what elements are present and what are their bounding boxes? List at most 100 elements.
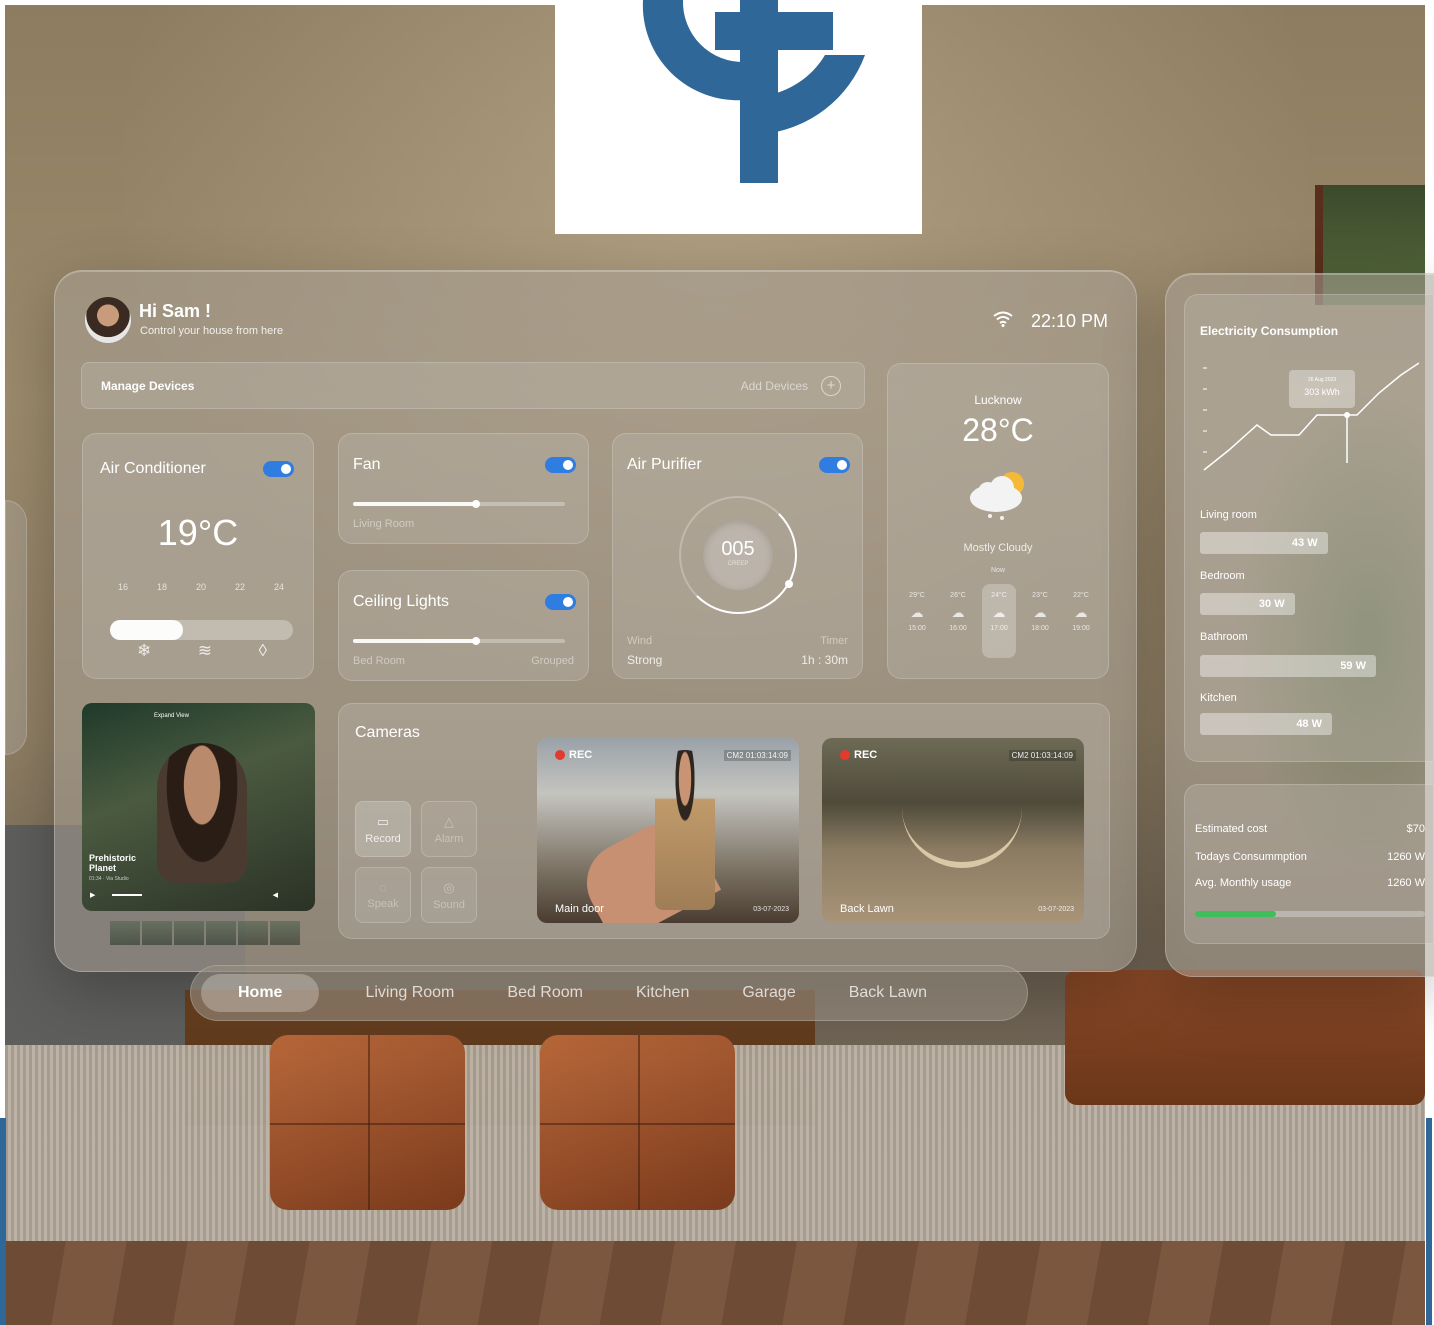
sound-icon: ◎ [443, 880, 455, 895]
forecast-time: 16:00 [949, 625, 967, 632]
leather-pouf [270, 1035, 465, 1210]
speak-label: Speak [367, 898, 399, 910]
tab-garage[interactable]: Garage [742, 984, 795, 1002]
air-conditioner-card: Air Conditioner 19°C 16 18 20 22 24 ❄ ≋ … [82, 433, 314, 679]
forecast-hour[interactable]: 26°C ☁ 16:00 [941, 584, 975, 658]
tab-home[interactable]: Home [201, 974, 320, 1012]
record-button[interactable]: ▭ Record [355, 801, 411, 857]
tab-bed-room[interactable]: Bed Room [507, 984, 583, 1002]
tab-back-lawn[interactable]: Back Lawn [849, 984, 927, 1002]
room-label: Kitchen [1200, 692, 1237, 704]
add-devices-button[interactable]: Add Devices [741, 379, 808, 393]
tab-kitchen[interactable]: Kitchen [636, 984, 689, 1002]
forecast-temp: 26°C [950, 592, 966, 599]
forecast-temp: 29°C [909, 592, 925, 599]
forecast-hour[interactable]: 23°C ☁ 18:00 [1023, 584, 1057, 658]
ac-scale-tick: 16 [118, 582, 129, 592]
thumbnail[interactable] [110, 921, 140, 945]
fan-title: Fan [353, 456, 381, 473]
electricity-title: Electricity Consumption [1200, 324, 1339, 338]
cost-label: Estimated cost [1195, 823, 1268, 835]
forecast-temp: 24°C [991, 592, 1007, 599]
cost-value: $70 [1406, 823, 1425, 835]
media-player[interactable]: Expand View Prehistoric Planet 01:34 · V… [82, 703, 315, 911]
camera-name: Back Lawn [840, 903, 894, 915]
expand-view-button[interactable]: Expand View [154, 713, 189, 719]
ceiling-lights-card: Ceiling Lights Bed Room Grouped [338, 570, 589, 681]
avatar[interactable] [85, 297, 131, 343]
purifier-value: 005 [721, 538, 755, 560]
purifier-dial[interactable]: 005 CREEP [679, 496, 797, 614]
manage-devices-bar: Manage Devices Add Devices + [81, 362, 865, 409]
weather-condition: Mostly Cloudy [963, 542, 1033, 554]
cloud-icon: ☁ [1074, 605, 1088, 620]
speak-button[interactable]: ◌ Speak [355, 867, 411, 923]
chart-point[interactable] [1344, 412, 1350, 418]
media-progress[interactable] [112, 894, 142, 896]
thumbnail[interactable] [238, 921, 268, 945]
rec-dot-icon [555, 750, 565, 760]
air-purifier-card: Air Purifier 005 CREEP Wind Strong Timer… [612, 433, 863, 679]
lights-room: Bed Room [353, 655, 405, 667]
thumbnail[interactable] [270, 921, 300, 945]
thumbnail[interactable] [142, 921, 172, 945]
forecast-hour[interactable]: 29°C ☁ 15:00 [900, 584, 934, 658]
cameras-title: Cameras [355, 724, 420, 741]
rec-indicator: REC [840, 749, 877, 761]
sound-button[interactable]: ◎ Sound [421, 867, 477, 923]
wind-icon[interactable]: ≋ [198, 641, 212, 661]
camera-id: CM2 01:03:14:09 [1008, 750, 1076, 761]
room-usage-bar: 30 W [1200, 593, 1295, 615]
greeting: Hi Sam ! [139, 301, 212, 321]
camera-feed-main-door[interactable]: REC CM2 01:03:14:09 Main door 03-07-2023 [537, 738, 799, 923]
ac-toggle[interactable] [263, 461, 294, 477]
droplet-icon[interactable]: ◊ [259, 641, 267, 661]
fan-slider[interactable] [353, 500, 565, 508]
cost-label: Todays Consummption [1195, 851, 1307, 863]
ac-temp-scale: 16 18 20 22 24 [118, 582, 284, 592]
forecast-hour[interactable]: 22°C ☁ 19:00 [1064, 584, 1098, 658]
forecast-time: 19:00 [1072, 625, 1090, 632]
sound-label: Sound [433, 899, 465, 911]
ac-mode-icons: ❄ ≋ ◊ [137, 641, 267, 661]
snowflake-icon[interactable]: ❄ [137, 641, 151, 661]
ac-scale-tick: 18 [156, 582, 167, 592]
tab-living-room[interactable]: Living Room [365, 984, 454, 1002]
volume-icon[interactable]: ◀ [273, 891, 278, 899]
dial-knob[interactable] [785, 580, 793, 588]
thumbnail[interactable] [206, 921, 236, 945]
thumbnail[interactable] [174, 921, 204, 945]
feed-image-hammock [902, 808, 1022, 868]
tooltip-date: 26 Aug 2023 [1308, 377, 1336, 383]
slider-thumb[interactable] [471, 637, 480, 645]
ac-title: Air Conditioner [100, 460, 206, 477]
media-thumbnail-strip[interactable] [110, 921, 300, 945]
media-title: Prehistoric Planet [89, 853, 137, 873]
weather-temp: 28°C [962, 412, 1034, 448]
tooltip-value: 303 kWh [1304, 387, 1340, 397]
ac-temperature: 19°C [157, 512, 239, 553]
play-icon[interactable]: ▶ [90, 892, 95, 899]
lights-slider-fill [353, 639, 476, 643]
ac-temp-slider[interactable] [110, 620, 293, 640]
forecast-time: 15:00 [908, 625, 926, 632]
ac-slider-fill [110, 620, 184, 640]
media-controls: ▶ ◀ [90, 891, 308, 899]
purifier-toggle[interactable] [819, 457, 850, 473]
cost-row: Estimated cost $70 [1195, 823, 1425, 835]
timer-label: Timer [820, 635, 848, 647]
camera-feed-back-lawn[interactable]: REC CM2 01:03:14:09 Back Lawn 03-07-2023 [822, 738, 1084, 923]
rec-indicator: REC [555, 749, 592, 761]
lights-slider[interactable] [353, 637, 565, 645]
alarm-button[interactable]: △ Alarm [421, 801, 477, 857]
wind-value: Strong [627, 653, 663, 667]
forecast-hour-selected[interactable]: 24°C ☁ 17:00 [982, 584, 1016, 658]
slider-thumb[interactable] [471, 500, 480, 508]
cloud-icon: ☁ [951, 605, 965, 620]
fan-toggle[interactable] [545, 457, 576, 473]
lights-toggle[interactable] [545, 594, 576, 610]
side-panel-collapsed[interactable] [5, 500, 27, 755]
room-label: Bathroom [1200, 631, 1248, 643]
plus-icon[interactable]: + [821, 376, 841, 396]
cloud-icon: ☁ [992, 605, 1006, 620]
